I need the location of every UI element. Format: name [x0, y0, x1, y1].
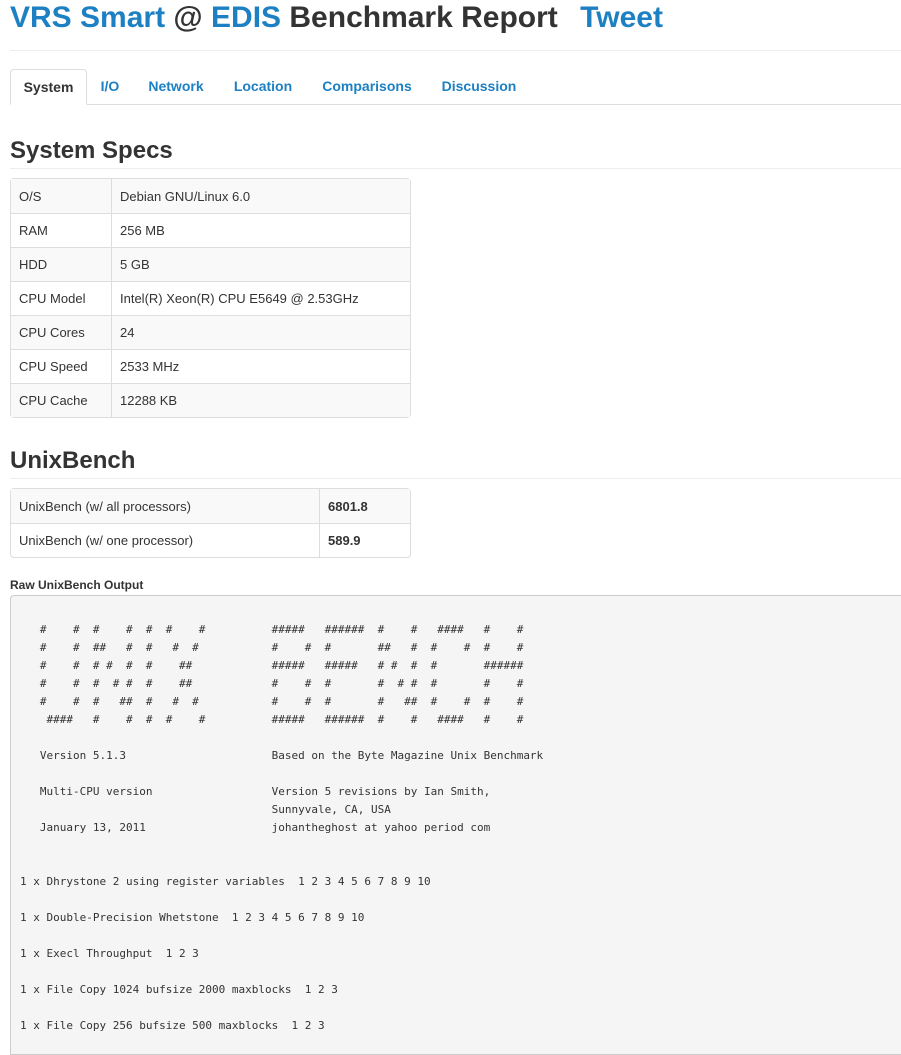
at-sign: @ — [173, 1, 203, 34]
raw-output-box[interactable]: # # # # # # # ##### ###### # # #### # # … — [10, 595, 901, 1055]
spec-key: CPU Speed — [11, 349, 112, 383]
tab-location[interactable]: Location — [228, 69, 298, 104]
spec-value: 24 — [112, 315, 410, 349]
tweet-button[interactable]: Tweet — [580, 1, 663, 34]
table-row: HDD 5 GB — [11, 247, 410, 281]
spec-value: 5 GB — [112, 247, 410, 281]
spec-value: Debian GNU/Linux 6.0 — [112, 179, 410, 213]
unixbench-key: UnixBench (w/ all processors) — [11, 489, 320, 523]
title-suffix: Benchmark Report — [289, 1, 558, 34]
table-row: CPU Model Intel(R) Xeon(R) CPU E5649 @ 2… — [11, 281, 410, 315]
tab-network[interactable]: Network — [144, 69, 208, 104]
page-title: VRS Smart @ EDIS Benchmark Report Tweet — [10, 0, 663, 36]
spec-value: 2533 MHz — [112, 349, 410, 383]
system-specs-divider — [10, 168, 901, 169]
unixbench-score: 6801.8 — [320, 489, 410, 523]
unixbench-score: 589.9 — [320, 523, 410, 557]
spec-key: CPU Cache — [11, 383, 112, 417]
raw-output-label: Raw UnixBench Output — [10, 578, 144, 592]
table-row: UnixBench (w/ one processor) 589.9 — [11, 523, 410, 557]
tab-system[interactable]: System — [10, 69, 87, 105]
spec-key: HDD — [11, 247, 112, 281]
table-row: RAM 256 MB — [11, 213, 410, 247]
tab-comparisons[interactable]: Comparisons — [317, 69, 417, 104]
tab-bar: System I/O Network Location Comparisons … — [10, 69, 901, 105]
spec-value: 256 MB — [112, 213, 410, 247]
system-specs-heading: System Specs — [10, 137, 173, 164]
unixbench-divider — [10, 478, 901, 479]
table-row: UnixBench (w/ all processors) 6801.8 — [11, 489, 410, 523]
raw-output-text: # # # # # # # ##### ###### # # #### # # … — [20, 623, 544, 1032]
spec-key: CPU Model — [11, 281, 112, 315]
table-row: CPU Speed 2533 MHz — [11, 349, 410, 383]
spec-key: O/S — [11, 179, 112, 213]
table-row: CPU Cores 24 — [11, 315, 410, 349]
spec-key: RAM — [11, 213, 112, 247]
spec-value: 12288 KB — [112, 383, 410, 417]
unixbench-heading: UnixBench — [10, 447, 136, 474]
title-divider — [10, 50, 901, 51]
table-row: CPU Cache 12288 KB — [11, 383, 410, 417]
spec-key: CPU Cores — [11, 315, 112, 349]
unixbench-table: UnixBench (w/ all processors) 6801.8 Uni… — [10, 488, 411, 558]
system-specs-table: O/S Debian GNU/Linux 6.0 RAM 256 MB HDD … — [10, 178, 411, 418]
spec-value: Intel(R) Xeon(R) CPU E5649 @ 2.53GHz — [112, 281, 410, 315]
provider-link[interactable]: EDIS — [211, 1, 281, 34]
unixbench-key: UnixBench (w/ one processor) — [11, 523, 320, 557]
host-link[interactable]: VRS Smart — [10, 1, 165, 34]
tab-io[interactable]: I/O — [94, 69, 126, 104]
table-row: O/S Debian GNU/Linux 6.0 — [11, 179, 410, 213]
tab-discussion[interactable]: Discussion — [437, 69, 521, 104]
